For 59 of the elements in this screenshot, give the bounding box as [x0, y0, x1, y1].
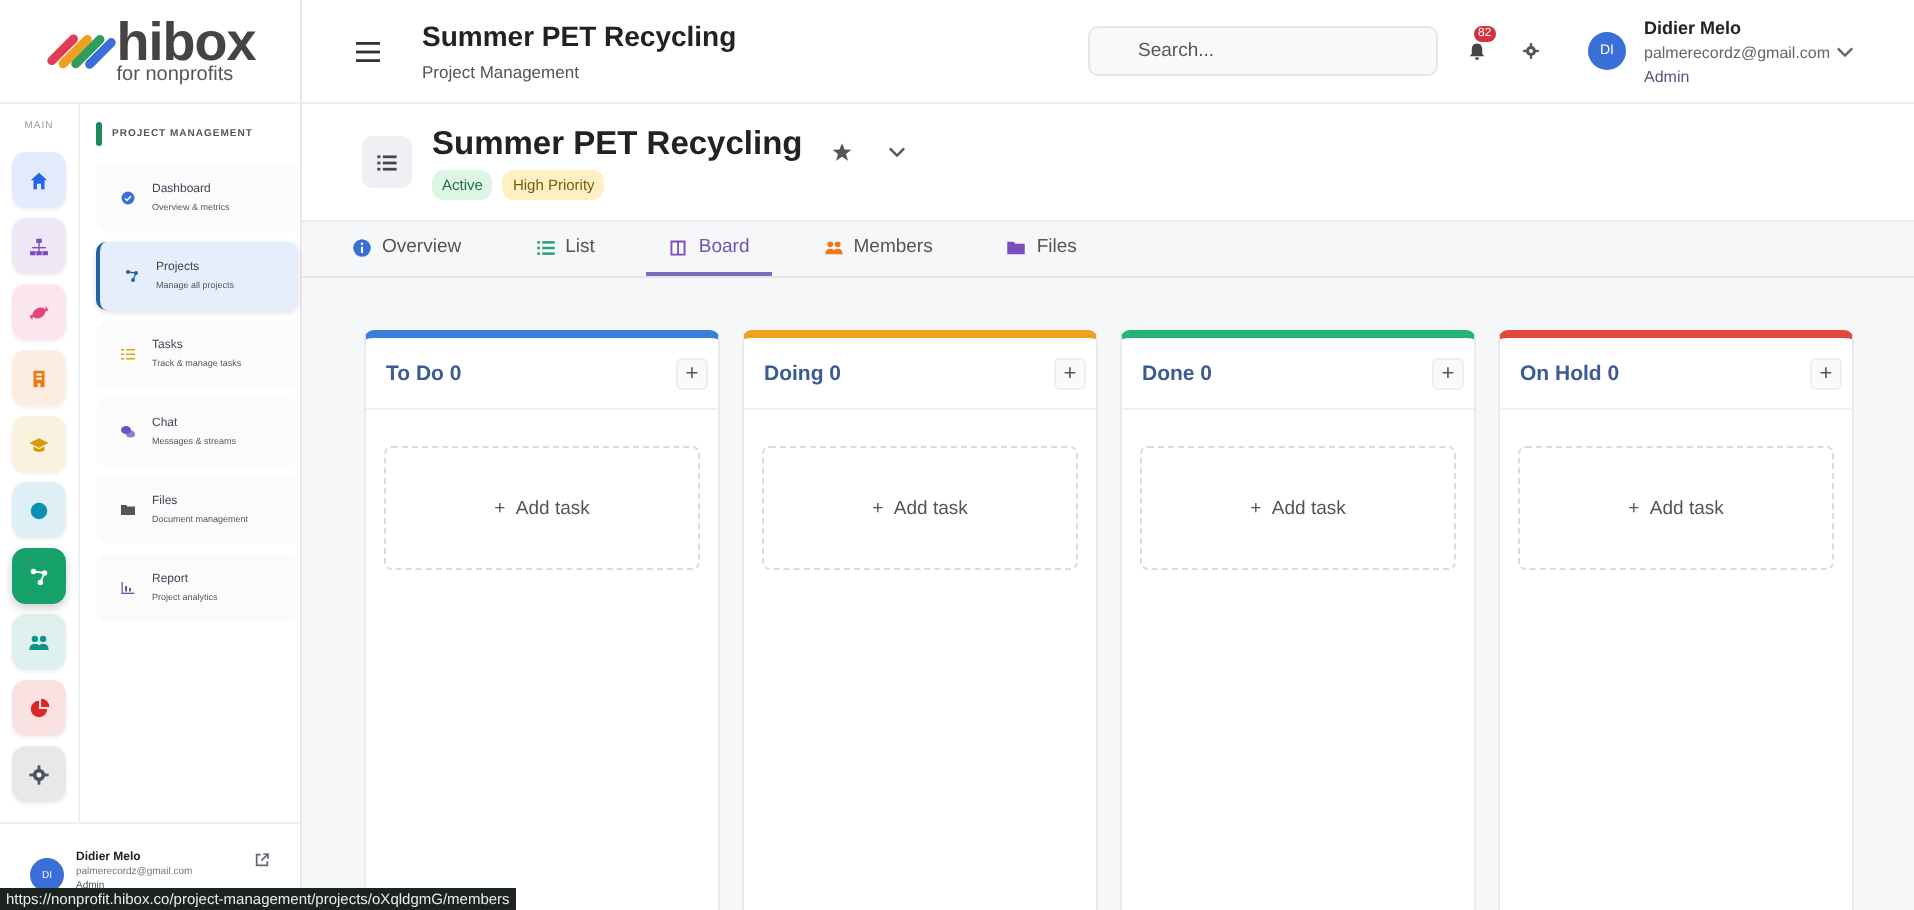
tab[interactable]: Members: [801, 222, 955, 276]
board-icon: [668, 237, 689, 257]
tab[interactable]: Overview: [330, 222, 484, 276]
add-task-button[interactable]: + Add task: [1518, 446, 1834, 570]
menu-icon[interactable]: [356, 41, 380, 61]
chat-icon: [120, 424, 136, 440]
home-icon: [28, 169, 50, 191]
pie-icon: [28, 697, 50, 719]
rail-button[interactable]: [12, 218, 66, 274]
people-icon: [28, 631, 50, 653]
list-icon: [376, 151, 398, 173]
list-icon: [535, 237, 556, 257]
column-title: To Do 0: [386, 361, 462, 385]
rail-button[interactable]: [12, 548, 66, 604]
gauge-icon: [120, 190, 136, 206]
folder-icon: [120, 502, 136, 518]
external-link-icon[interactable]: [254, 852, 270, 868]
rail-button[interactable]: [12, 746, 66, 802]
user-email: palmerecordz@gmail.com: [1644, 43, 1831, 61]
tab[interactable]: List: [513, 222, 617, 276]
cap-icon: [28, 433, 50, 455]
tasks-icon: [120, 346, 136, 362]
column-title: On Hold 0: [1520, 361, 1620, 385]
project-title: Summer PET Recycling: [432, 126, 803, 164]
building-icon: [28, 367, 50, 389]
info-icon: [352, 237, 372, 257]
chart-icon: [120, 580, 136, 596]
add-button[interactable]: +: [1810, 357, 1842, 389]
folder-icon: [1006, 237, 1027, 257]
bell-icon[interactable]: [1468, 42, 1486, 60]
project-icon-button[interactable]: [362, 136, 412, 188]
add-task-button[interactable]: + Add task: [384, 446, 700, 570]
add-task-button[interactable]: + Add task: [1140, 446, 1456, 570]
brand-tagline: for nonprofits: [116, 66, 236, 86]
rail-button[interactable]: [12, 482, 66, 538]
add-task-button[interactable]: + Add task: [762, 446, 1078, 570]
chevron-down-icon[interactable]: [1836, 45, 1855, 57]
nodes-icon: [28, 565, 50, 587]
page-title: Summer PET Recycling: [422, 20, 739, 52]
candy-icon: [28, 301, 50, 323]
add-button[interactable]: +: [676, 357, 708, 389]
search-field[interactable]: Search...: [1088, 26, 1438, 76]
tab[interactable]: Files: [984, 222, 1099, 276]
page-subtitle: Project Management: [422, 62, 581, 82]
add-button[interactable]: +: [1054, 357, 1086, 389]
rail-button[interactable]: [12, 680, 66, 736]
rail-button[interactable]: [12, 614, 66, 670]
people-icon: [823, 237, 844, 257]
sitemap-icon: [28, 235, 50, 257]
add-button[interactable]: +: [1432, 357, 1464, 389]
user-role: Admin: [1644, 67, 1692, 85]
nodes-icon: [124, 268, 140, 284]
user-name: Didier Melo: [1644, 17, 1744, 37]
column-title: Done 0: [1142, 361, 1213, 385]
column-title: Doing 0: [764, 361, 841, 385]
rail-button[interactable]: [12, 284, 66, 340]
star-icon[interactable]: [832, 141, 853, 161]
chevron-down-icon[interactable]: [888, 145, 907, 157]
rail-button[interactable]: [12, 152, 66, 208]
